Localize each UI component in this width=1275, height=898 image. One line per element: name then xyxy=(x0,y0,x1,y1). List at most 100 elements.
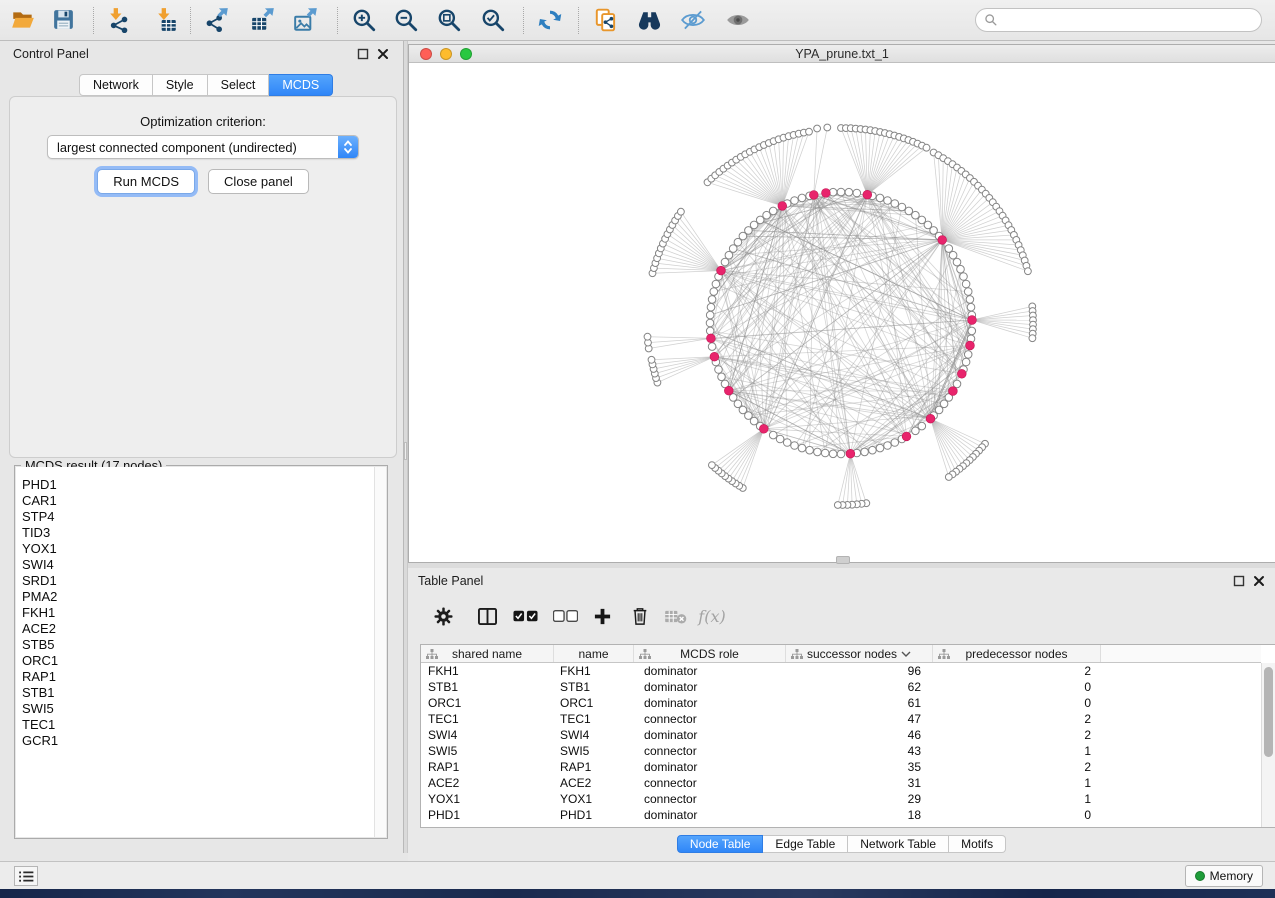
list-item[interactable]: TID3 xyxy=(16,525,374,541)
table-settings-button[interactable] xyxy=(428,601,458,631)
network-canvas[interactable] xyxy=(409,63,1275,562)
splitter-handle[interactable] xyxy=(836,556,850,564)
list-item[interactable]: ACE2 xyxy=(16,621,374,637)
table-row[interactable]: ACE2ACE2connector311 xyxy=(421,775,1261,791)
tab-style[interactable]: Style xyxy=(153,74,208,96)
search-icon xyxy=(984,13,998,27)
create-column-button[interactable] xyxy=(587,601,617,631)
list-item[interactable]: FKH1 xyxy=(16,605,374,621)
run-mcds-button[interactable]: Run MCDS xyxy=(97,169,195,194)
close-panel-icon[interactable] xyxy=(1253,574,1265,586)
list-item[interactable]: TEC1 xyxy=(16,717,374,733)
tab-motifs[interactable]: Motifs xyxy=(949,835,1006,853)
tab-select[interactable]: Select xyxy=(208,74,270,96)
column-header-shared-name[interactable]: shared name xyxy=(421,645,554,662)
column-header-successor-nodes[interactable]: successor nodes xyxy=(786,645,933,662)
memory-button[interactable]: Memory xyxy=(1185,865,1263,887)
table-row[interactable]: PHD1PHD1dominator180 xyxy=(421,807,1261,823)
apply-layout-button[interactable] xyxy=(535,6,565,36)
splitter-handle[interactable] xyxy=(404,442,407,460)
node-table: shared name nameMCDS rolesuccessor nodes p… xyxy=(420,644,1275,828)
close-panel-icon[interactable] xyxy=(377,47,389,59)
tab-network-table[interactable]: Network Table xyxy=(848,835,949,853)
network-from-clipboard-button[interactable] xyxy=(591,6,621,36)
column-label: predecessor nodes xyxy=(965,647,1067,661)
list-item[interactable]: STP4 xyxy=(16,509,374,525)
close-panel-button[interactable]: Close panel xyxy=(208,169,309,194)
table-row[interactable]: RAP1RAP1dominator352 xyxy=(421,759,1261,775)
criterion-select[interactable]: largest connected component (undirected) xyxy=(47,135,359,159)
show-columns-button[interactable] xyxy=(472,601,502,631)
zoom-in-icon xyxy=(351,7,377,33)
show-hidden-button[interactable] xyxy=(723,6,753,36)
float-panel-icon[interactable] xyxy=(1233,574,1245,586)
list-item[interactable]: PHD1 xyxy=(16,477,374,493)
task-history-button[interactable] xyxy=(14,866,38,886)
maximize-window-icon[interactable] xyxy=(460,48,472,60)
column-header-name[interactable]: name xyxy=(554,645,634,662)
import-network-button[interactable] xyxy=(103,6,133,36)
clipboard-network-icon xyxy=(593,7,619,33)
table-cell: YOX1 xyxy=(554,791,634,807)
control-panel-header: Control Panel xyxy=(3,41,403,65)
list-item[interactable]: SRD1 xyxy=(16,573,374,589)
table-body: FKH1FKH1dominator962STB1STB1dominator620… xyxy=(421,663,1261,827)
list-item[interactable]: CAR1 xyxy=(16,493,374,509)
column-header-mcds-role[interactable]: MCDS role xyxy=(634,645,786,662)
list-item[interactable]: STB1 xyxy=(16,685,374,701)
tab-network[interactable]: Network xyxy=(79,74,153,96)
list-item[interactable]: ORC1 xyxy=(16,653,374,669)
mcds-list-scrollbar[interactable] xyxy=(374,467,386,837)
list-item[interactable]: SWI5 xyxy=(16,701,374,717)
open-file-button[interactable] xyxy=(8,6,38,36)
list-item[interactable]: SWI4 xyxy=(16,557,374,573)
close-window-icon[interactable] xyxy=(420,48,432,60)
tab-mcds[interactable]: MCDS xyxy=(269,74,333,96)
sort-desc-icon xyxy=(901,651,911,657)
search-input[interactable] xyxy=(1003,11,1261,29)
scrollbar-thumb[interactable] xyxy=(1264,667,1273,757)
table-row[interactable]: FKH1FKH1dominator962 xyxy=(421,663,1261,679)
list-item[interactable]: STB5 xyxy=(16,637,374,653)
tab-node-table[interactable]: Node Table xyxy=(677,835,764,853)
export-network-button[interactable] xyxy=(202,6,232,36)
list-item[interactable]: RAP1 xyxy=(16,669,374,685)
zoom-fit-button[interactable] xyxy=(434,6,464,36)
minimize-window-icon[interactable] xyxy=(440,48,452,60)
delete-column-button[interactable] xyxy=(625,601,655,631)
table-row[interactable]: ORC1ORC1dominator610 xyxy=(421,695,1261,711)
table-cell: STB1 xyxy=(421,679,554,695)
mcds-result-list[interactable]: PHD1CAR1STP4TID3YOX1SWI4SRD1PMA2FKH1ACE2… xyxy=(16,467,374,837)
table-cell: RAP1 xyxy=(554,759,634,775)
float-panel-icon[interactable] xyxy=(357,47,369,59)
select-all-rows-button[interactable] xyxy=(510,601,540,631)
table-cell: FKH1 xyxy=(421,663,554,679)
unchecked-boxes-icon xyxy=(553,610,578,622)
table-row[interactable]: SWI4SWI4dominator462 xyxy=(421,727,1261,743)
find-button[interactable] xyxy=(634,6,664,36)
list-item[interactable]: YOX1 xyxy=(16,541,374,557)
list-item[interactable]: PMA2 xyxy=(16,589,374,605)
export-image-button[interactable] xyxy=(291,6,321,36)
zoom-in-button[interactable] xyxy=(349,6,379,36)
column-label: shared name xyxy=(452,647,522,661)
table-cell: 96 xyxy=(786,663,933,679)
list-item[interactable]: GCR1 xyxy=(16,733,374,749)
tab-edge-table[interactable]: Edge Table xyxy=(763,835,848,853)
export-table-button[interactable] xyxy=(248,6,278,36)
zoom-out-button[interactable] xyxy=(391,6,421,36)
table-row[interactable]: TEC1TEC1connector472 xyxy=(421,711,1261,727)
table-row[interactable]: SWI5SWI5connector431 xyxy=(421,743,1261,759)
export-network-icon xyxy=(204,7,230,33)
save-session-button[interactable] xyxy=(48,6,78,36)
table-row[interactable]: YOX1YOX1connector291 xyxy=(421,791,1261,807)
import-table-button[interactable] xyxy=(151,6,181,36)
zoom-selected-button[interactable] xyxy=(478,6,508,36)
memory-status-icon xyxy=(1195,871,1205,881)
table-row[interactable]: STB1STB1dominator620 xyxy=(421,679,1261,695)
hide-selected-button[interactable] xyxy=(678,6,708,36)
deselect-all-rows-button[interactable] xyxy=(550,601,580,631)
table-scrollbar[interactable] xyxy=(1261,663,1275,827)
table-cell: PHD1 xyxy=(421,807,554,823)
column-header-predecessor-nodes[interactable]: predecessor nodes xyxy=(933,645,1101,662)
